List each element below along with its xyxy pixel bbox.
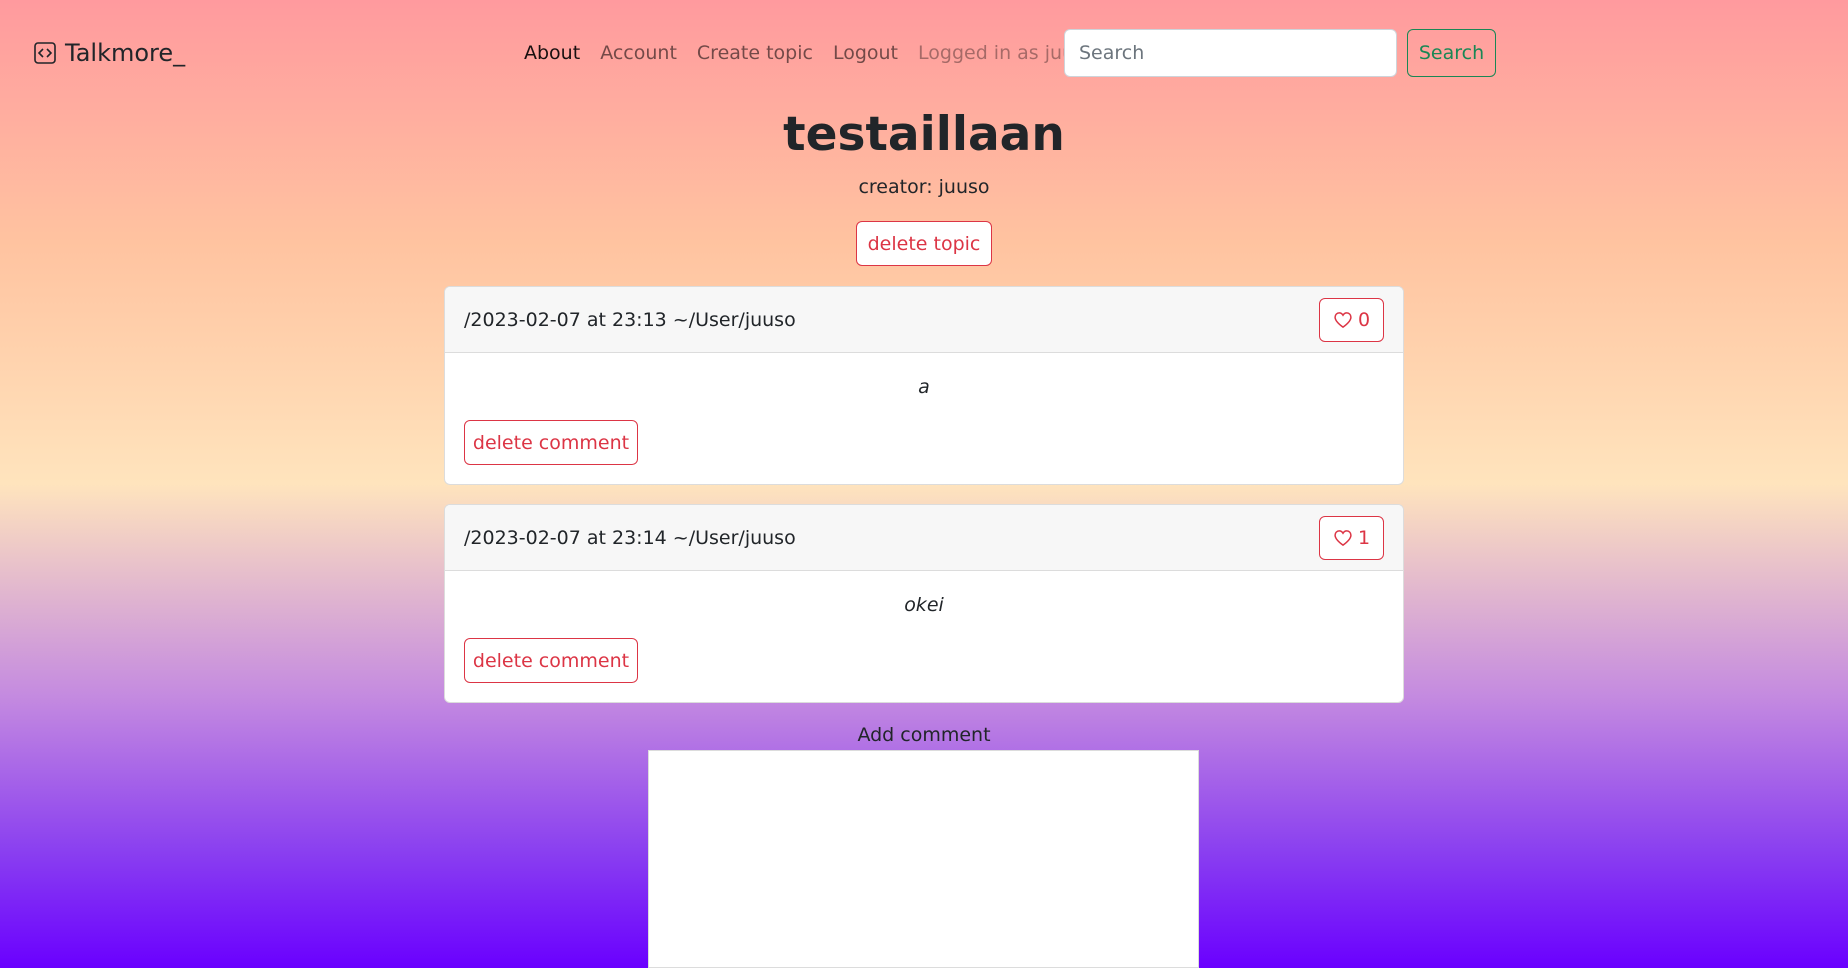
comment-text: a	[918, 376, 930, 398]
heart-icon	[1334, 530, 1352, 547]
comment-text: okei	[904, 594, 944, 616]
comment-header: /2023-02-07 at 23:14 ~/User/juuso 1	[445, 505, 1403, 571]
nav-links: About Account Create topic Logout Logged…	[514, 36, 1106, 70]
nav-link-about[interactable]: About	[514, 36, 590, 70]
delete-topic-button[interactable]: delete topic	[856, 221, 992, 266]
like-count: 0	[1357, 309, 1371, 331]
delete-comment-button[interactable]: delete comment	[464, 638, 638, 683]
delete-comment-button[interactable]: delete comment	[464, 420, 638, 465]
comment-meta: /2023-02-07 at 23:13 ~/User/juuso	[464, 308, 796, 331]
comment-meta: /2023-02-07 at 23:14 ~/User/juuso	[464, 526, 796, 549]
comment-card: /2023-02-07 at 23:14 ~/User/juuso 1 okei…	[444, 504, 1404, 703]
comment-card: /2023-02-07 at 23:13 ~/User/juuso 0 a de…	[444, 286, 1404, 485]
comment-textarea[interactable]	[648, 750, 1199, 968]
like-count: 1	[1357, 527, 1371, 549]
heart-icon	[1334, 312, 1352, 329]
nav-link-create-topic[interactable]: Create topic	[687, 36, 823, 70]
nav-link-account[interactable]: Account	[590, 36, 687, 70]
search-button[interactable]: Search	[1407, 29, 1496, 77]
like-button[interactable]: 1	[1319, 516, 1384, 560]
comment-header: /2023-02-07 at 23:13 ~/User/juuso 0	[445, 287, 1403, 353]
code-square-icon	[34, 42, 56, 64]
search-input[interactable]	[1064, 29, 1397, 77]
topic-creator: creator: juuso	[858, 176, 990, 198]
brand-link[interactable]: Talkmore_	[33, 36, 185, 70]
comment-body: a delete comment	[445, 353, 1403, 484]
add-comment-label: Add comment	[857, 724, 991, 746]
navbar: Talkmore_ About Account Create topic Log…	[0, 0, 1848, 106]
nav-link-logout[interactable]: Logout	[823, 36, 908, 70]
comment-body: okei delete comment	[445, 571, 1403, 702]
topic-title: testaillaan	[783, 107, 1065, 162]
like-button[interactable]: 0	[1319, 298, 1384, 342]
brand-name: Talkmore_	[65, 39, 186, 67]
